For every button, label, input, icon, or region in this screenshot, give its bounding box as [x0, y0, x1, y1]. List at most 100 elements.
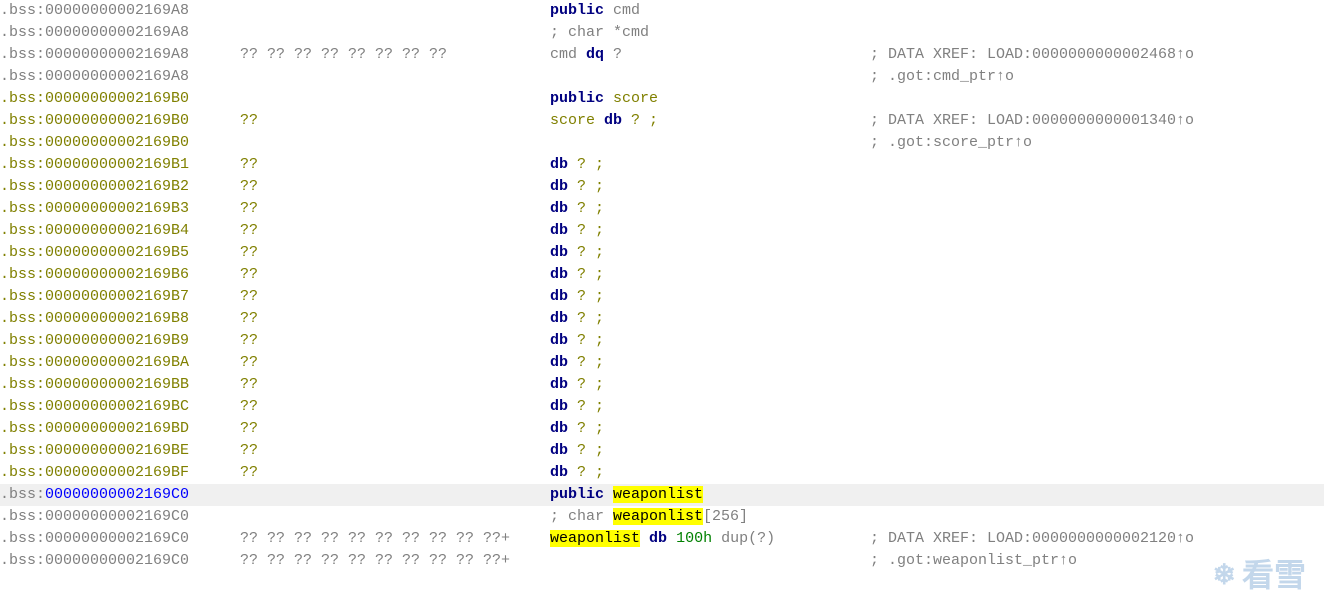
address-column: .bss:00000000002169B2: [0, 176, 240, 198]
comment-column: [870, 462, 1324, 484]
bytes-column: ??: [240, 220, 550, 242]
address-column: .bss:00000000002169BE: [0, 440, 240, 462]
bytes-column: ??: [240, 308, 550, 330]
mnemonic-column: db ? ;: [550, 352, 870, 374]
disasm-line[interactable]: .bss:00000000002169B7 ??db ? ;: [0, 286, 1324, 308]
disasm-line[interactable]: .bss:00000000002169A8 ; .got:cmd_ptr↑o: [0, 66, 1324, 88]
comment-column: [870, 418, 1324, 440]
disasm-line[interactable]: .bss:00000000002169B1 ??db ? ;: [0, 154, 1324, 176]
bytes-column: ??: [240, 198, 550, 220]
mnemonic-column: [550, 132, 870, 154]
comment-column: [870, 374, 1324, 396]
disasm-line[interactable]: .bss:00000000002169B8 ??db ? ;: [0, 308, 1324, 330]
comment-column: [870, 220, 1324, 242]
bytes-column: ??: [240, 286, 550, 308]
address-column: .bss:00000000002169BD: [0, 418, 240, 440]
disasm-line[interactable]: .bss:00000000002169B0 ; .got:score_ptr↑o: [0, 132, 1324, 154]
bytes-column: ??: [240, 176, 550, 198]
mnemonic-column: weaponlist db 100h dup(?): [550, 528, 870, 550]
address-column: .bss:00000000002169B9: [0, 330, 240, 352]
mnemonic-column: db ? ;: [550, 396, 870, 418]
comment-column: [870, 396, 1324, 418]
disasm-line[interactable]: .bss:00000000002169BB ??db ? ;: [0, 374, 1324, 396]
disasm-line[interactable]: .bss:00000000002169B0 public score: [0, 88, 1324, 110]
comment-column: [870, 286, 1324, 308]
comment-column: ; .got:cmd_ptr↑o: [870, 66, 1324, 88]
disasm-line[interactable]: .bss:00000000002169BE ??db ? ;: [0, 440, 1324, 462]
disasm-line[interactable]: .bss:00000000002169B9 ??db ? ;: [0, 330, 1324, 352]
bytes-column: [240, 484, 550, 506]
disasm-line[interactable]: .bss:00000000002169A8 public cmd: [0, 0, 1324, 22]
bytes-column: ??: [240, 264, 550, 286]
comment-column: [870, 198, 1324, 220]
disassembly-listing[interactable]: .bss:00000000002169A8 public cmd.bss:000…: [0, 0, 1324, 572]
disasm-line[interactable]: .bss:00000000002169B0 ??score db ? ;; DA…: [0, 110, 1324, 132]
disasm-line[interactable]: .bss:00000000002169A8 ?? ?? ?? ?? ?? ?? …: [0, 44, 1324, 66]
comment-column: [870, 330, 1324, 352]
mnemonic-column: [550, 550, 870, 572]
disasm-line[interactable]: .bss:00000000002169C0 public weaponlist: [0, 484, 1324, 506]
mnemonic-column: db ? ;: [550, 462, 870, 484]
mnemonic-column: db ? ;: [550, 330, 870, 352]
comment-column: [870, 308, 1324, 330]
mnemonic-column: public weaponlist: [550, 484, 870, 506]
bytes-column: [240, 22, 550, 44]
mnemonic-column: db ? ;: [550, 440, 870, 462]
mnemonic-column: ; char *cmd: [550, 22, 870, 44]
comment-column: [870, 22, 1324, 44]
bytes-column: ??: [240, 462, 550, 484]
disasm-line[interactable]: .bss:00000000002169BC ??db ? ;: [0, 396, 1324, 418]
address-column: .bss:00000000002169A8: [0, 44, 240, 66]
disasm-line[interactable]: .bss:00000000002169BA ??db ? ;: [0, 352, 1324, 374]
address-column: .bss:00000000002169A8: [0, 0, 240, 22]
comment-column: [870, 264, 1324, 286]
bytes-column: ??: [240, 330, 550, 352]
disasm-line[interactable]: .bss:00000000002169B6 ??db ? ;: [0, 264, 1324, 286]
address-column: .bss:00000000002169B0: [0, 88, 240, 110]
address-column: .bss:00000000002169A8: [0, 66, 240, 88]
address-column: .bss:00000000002169BF: [0, 462, 240, 484]
address-column: .bss:00000000002169BA: [0, 352, 240, 374]
bytes-column: [240, 66, 550, 88]
disasm-line[interactable]: .bss:00000000002169B4 ??db ? ;: [0, 220, 1324, 242]
disasm-line[interactable]: .bss:00000000002169B5 ??db ? ;: [0, 242, 1324, 264]
mnemonic-column: score db ? ;: [550, 110, 870, 132]
address-column: .bss:00000000002169C0: [0, 506, 240, 528]
disasm-line[interactable]: .bss:00000000002169BD ??db ? ;: [0, 418, 1324, 440]
mnemonic-column: db ? ;: [550, 286, 870, 308]
address-column: .bss:00000000002169BB: [0, 374, 240, 396]
disasm-line[interactable]: .bss:00000000002169C0 ?? ?? ?? ?? ?? ?? …: [0, 528, 1324, 550]
address-column: .bss:00000000002169B0: [0, 132, 240, 154]
comment-column: [870, 440, 1324, 462]
disasm-line[interactable]: .bss:00000000002169C0 ; char weaponlist[…: [0, 506, 1324, 528]
disasm-line[interactable]: .bss:00000000002169B2 ??db ? ;: [0, 176, 1324, 198]
mnemonic-column: cmd dq ?: [550, 44, 870, 66]
mnemonic-column: db ? ;: [550, 242, 870, 264]
address-column: .bss:00000000002169B8: [0, 308, 240, 330]
comment-column: [870, 88, 1324, 110]
mnemonic-column: db ? ;: [550, 264, 870, 286]
disasm-line[interactable]: .bss:00000000002169C0 ?? ?? ?? ?? ?? ?? …: [0, 550, 1324, 572]
address-column: .bss:00000000002169B1: [0, 154, 240, 176]
mnemonic-column: db ? ;: [550, 418, 870, 440]
bytes-column: [240, 88, 550, 110]
bytes-column: ??: [240, 418, 550, 440]
disasm-line[interactable]: .bss:00000000002169BF ??db ? ;: [0, 462, 1324, 484]
bytes-column: ??: [240, 154, 550, 176]
bytes-column: ??: [240, 396, 550, 418]
mnemonic-column: ; char weaponlist[256]: [550, 506, 870, 528]
comment-column: [870, 506, 1324, 528]
address-column: .bss:00000000002169BC: [0, 396, 240, 418]
comment-column: ; DATA XREF: LOAD:0000000000002468↑o: [870, 44, 1324, 66]
address-column: .bss:00000000002169B3: [0, 198, 240, 220]
mnemonic-column: db ? ;: [550, 308, 870, 330]
mnemonic-column: public cmd: [550, 0, 870, 22]
disasm-line[interactable]: .bss:00000000002169B3 ??db ? ;: [0, 198, 1324, 220]
comment-column: [870, 242, 1324, 264]
bytes-column: ??: [240, 242, 550, 264]
address-column: .bss:00000000002169B5: [0, 242, 240, 264]
bytes-column: ??: [240, 352, 550, 374]
disasm-line[interactable]: .bss:00000000002169A8 ; char *cmd: [0, 22, 1324, 44]
address-column: .bss:00000000002169C0: [0, 484, 240, 506]
bytes-column: ??: [240, 440, 550, 462]
